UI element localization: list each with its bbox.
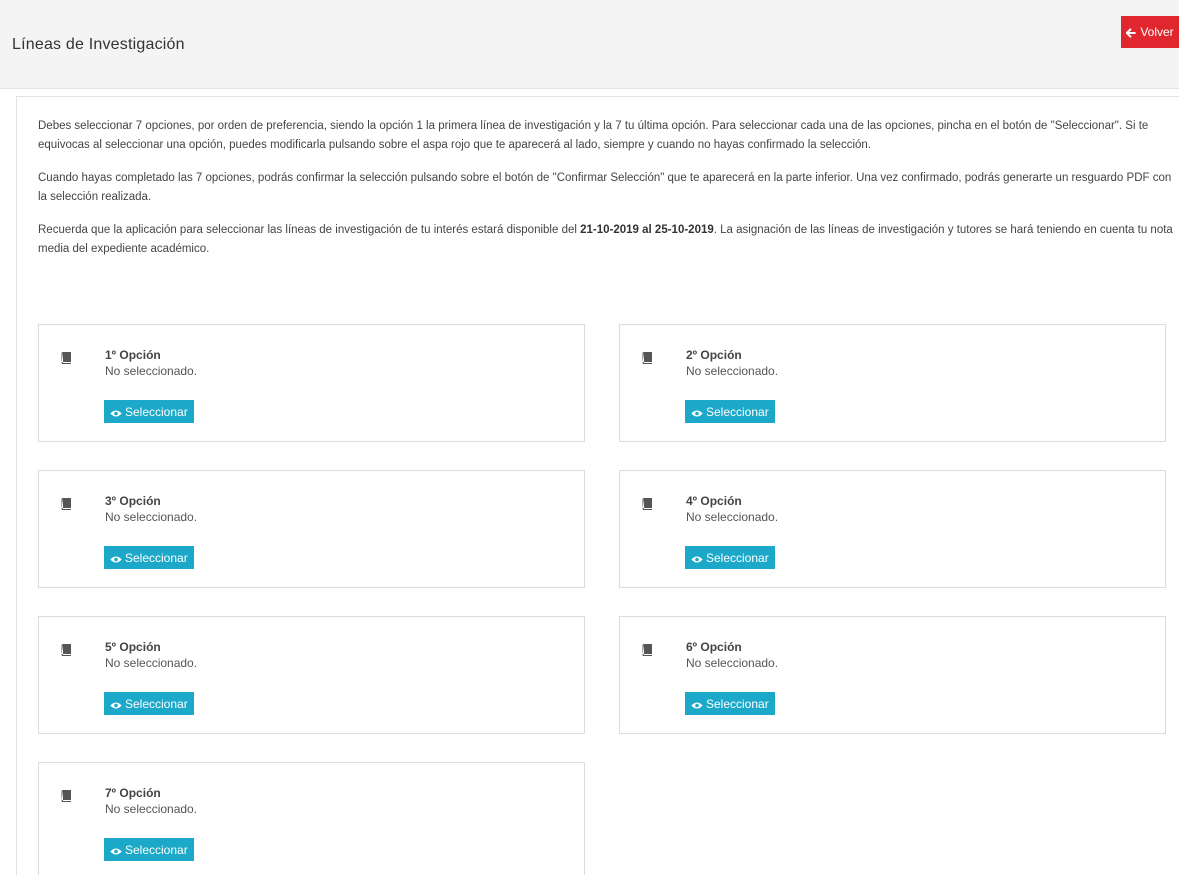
back-button[interactable]: Volver [1121,16,1179,48]
option-card-1: 1º Opción No seleccionado. Seleccionar [38,324,585,442]
select-button-label: Seleccionar [125,696,188,711]
book-icon [61,789,72,802]
select-button-label: Seleccionar [706,696,769,711]
option-title: 3º Opción [105,494,161,508]
select-button[interactable]: Seleccionar [685,692,775,715]
option-card-3: 3º Opción No seleccionado. Seleccionar [38,470,585,588]
eye-icon [110,845,122,855]
book-icon [642,497,653,510]
option-status: No seleccionado. [105,656,198,670]
select-button[interactable]: Seleccionar [104,692,194,715]
option-status: No seleccionado. [105,510,198,524]
eye-icon [110,407,122,417]
availability-dates: 21-10-2019 al 25-10-2019 [580,224,714,236]
book-icon [642,351,653,364]
instructions-text: Recuerda que la aplicación para seleccio… [38,224,581,236]
option-card-2: 2º Opción No seleccionado. Seleccionar [619,324,1166,442]
instructions-paragraph-1: Debes seleccionar 7 opciones, por orden … [38,120,1149,151]
eye-icon [691,407,703,417]
select-button[interactable]: Seleccionar [685,400,775,423]
instructions-paragraph-3: Recuerda que la aplicación para seleccio… [38,221,1178,259]
book-icon [61,497,72,510]
option-card-5: 5º Opción No seleccionado. Seleccionar [38,616,585,734]
option-card-6: 6º Opción No seleccionado. Seleccionar [619,616,1166,734]
back-button-label: Volver [1140,25,1174,39]
option-title: 5º Opción [105,640,161,654]
option-card-7: 7º Opción No seleccionado. Seleccionar [38,762,585,875]
option-title: 2º Opción [686,348,742,362]
select-button[interactable]: Seleccionar [685,546,775,569]
eye-icon [691,553,703,563]
option-title: 6º Opción [686,640,742,654]
eye-icon [691,699,703,709]
instructions: Debes seleccionar 7 opciones, por orden … [38,117,1178,273]
option-status: No seleccionado. [105,364,198,378]
select-button[interactable]: Seleccionar [104,400,194,423]
option-status: No seleccionado. [686,510,779,524]
main-panel: Debes seleccionar 7 opciones, por orden … [16,96,1179,875]
arrow-left-icon [1125,27,1136,38]
option-title: 1º Opción [105,348,161,362]
select-button-label: Seleccionar [125,842,188,857]
select-button-label: Seleccionar [706,550,769,565]
select-button-label: Seleccionar [125,404,188,419]
page-header: Líneas de Investigación Volver [0,0,1179,89]
page: Líneas de Investigación Volver Debes sel… [0,0,1179,875]
option-status: No seleccionado. [686,656,779,670]
eye-icon [110,699,122,709]
instructions-paragraph-2: Cuando hayas completado las 7 opciones, … [38,172,1172,203]
eye-icon [110,553,122,563]
book-icon [61,351,72,364]
option-status: No seleccionado. [105,802,198,816]
option-title: 4º Opción [686,494,742,508]
page-title: Líneas de Investigación [12,36,185,53]
select-button-label: Seleccionar [125,550,188,565]
select-button-label: Seleccionar [706,404,769,419]
book-icon [61,643,72,656]
option-title: 7º Opción [105,786,161,800]
option-status: No seleccionado. [686,364,779,378]
select-button[interactable]: Seleccionar [104,546,194,569]
option-card-4: 4º Opción No seleccionado. Seleccionar [619,470,1166,588]
book-icon [642,643,653,656]
select-button[interactable]: Seleccionar [104,838,194,861]
